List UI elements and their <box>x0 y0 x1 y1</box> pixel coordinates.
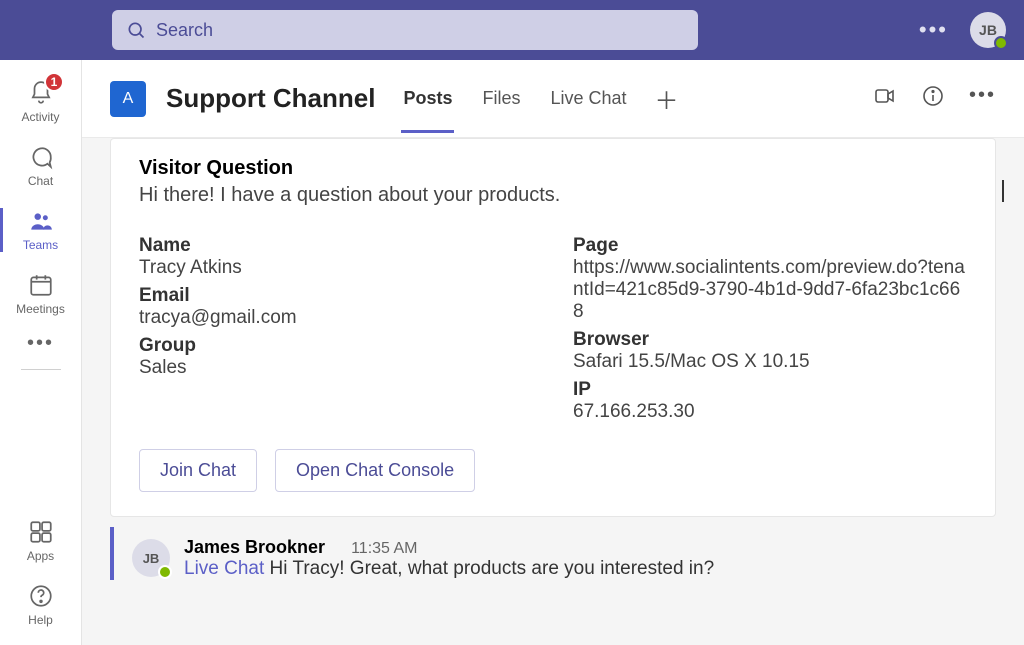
card-right-column: Page https://www.socialintents.com/previ… <box>573 229 967 423</box>
ip-value: 67.166.253.30 <box>573 401 967 423</box>
channel-more-icon[interactable]: ••• <box>969 84 996 113</box>
reply-text: Live Chat Hi Tracy! Great, what products… <box>184 558 996 580</box>
livechat-tag: Live Chat <box>184 558 264 579</box>
group-label: Group <box>139 335 533 357</box>
calendar-icon <box>0 272 81 298</box>
name-value: Tracy Atkins <box>139 257 533 279</box>
rail-label: Apps <box>0 549 81 563</box>
card-heading: Visitor Question <box>139 157 967 180</box>
reply-row: JB James Brookner 11:35 AM Live Chat Hi … <box>110 527 1004 580</box>
rail-label: Activity <box>0 110 81 124</box>
text-caret-icon <box>1002 180 1004 202</box>
channel-tabs: Posts Files Live Chat ＋ <box>401 64 678 133</box>
name-label: Name <box>139 235 533 257</box>
rail-divider <box>21 369 61 370</box>
open-chat-console-button[interactable]: Open Chat Console <box>275 449 475 492</box>
rail-label: Chat <box>0 174 81 188</box>
rail-chat[interactable]: Chat <box>0 134 81 198</box>
add-tab-icon[interactable]: ＋ <box>655 81 679 116</box>
group-value: Sales <box>139 357 533 379</box>
email-label: Email <box>139 285 533 307</box>
tab-livechat[interactable]: Live Chat <box>548 64 628 133</box>
content-area: A Support Channel Posts Files Live Chat … <box>82 60 1024 645</box>
tab-files[interactable]: Files <box>480 64 522 133</box>
user-avatar[interactable]: JB <box>970 12 1006 48</box>
help-icon <box>0 583 81 609</box>
page-label: Page <box>573 235 967 257</box>
rail-label: Help <box>0 613 81 627</box>
info-icon[interactable] <box>921 84 945 113</box>
top-bar: ••• JB <box>0 0 1024 60</box>
meet-video-icon[interactable] <box>873 84 897 113</box>
presence-available-icon <box>158 565 172 579</box>
rail-teams[interactable]: Teams <box>0 198 81 262</box>
top-more-icon[interactable]: ••• <box>919 17 948 43</box>
reply-message: Hi Tracy! Great, what products are you i… <box>264 558 714 579</box>
avatar-initials: JB <box>979 22 997 38</box>
email-value: tracya@gmail.com <box>139 307 533 329</box>
teams-icon <box>0 208 81 234</box>
presence-available-icon <box>994 36 1008 50</box>
visitor-question-card: Visitor Question Hi there! I have a ques… <box>110 138 996 517</box>
rail-label: Teams <box>0 238 81 252</box>
bell-icon <box>0 80 81 106</box>
channel-avatar: A <box>110 81 146 117</box>
channel-title: Support Channel <box>166 83 375 114</box>
tab-posts[interactable]: Posts <box>401 64 454 133</box>
rail-more-icon[interactable]: ••• <box>27 332 54 355</box>
chat-icon <box>0 144 81 170</box>
rail-apps[interactable]: Apps <box>0 509 81 573</box>
rail-label: Meetings <box>0 302 81 316</box>
page-value: https://www.socialintents.com/preview.do… <box>573 257 967 323</box>
channel-header: A Support Channel Posts Files Live Chat … <box>82 60 1024 138</box>
search-field[interactable] <box>112 10 698 50</box>
apps-icon <box>0 519 81 545</box>
browser-label: Browser <box>573 329 967 351</box>
app-rail: Activity 1 Chat Teams Meetings ••• Apps <box>0 60 82 645</box>
reply-author: James Brookner <box>184 537 325 558</box>
ip-label: IP <box>573 379 967 401</box>
card-question: Hi there! I have a question about your p… <box>139 184 967 207</box>
reply-avatar[interactable]: JB <box>132 539 170 577</box>
reply-time: 11:35 AM <box>351 540 417 558</box>
search-input[interactable] <box>156 20 684 41</box>
rail-help[interactable]: Help <box>0 573 81 637</box>
activity-badge: 1 <box>44 72 64 92</box>
join-chat-button[interactable]: Join Chat <box>139 449 257 492</box>
browser-value: Safari 15.5/Mac OS X 10.15 <box>573 351 967 373</box>
search-icon <box>126 20 146 40</box>
rail-meetings[interactable]: Meetings <box>0 262 81 326</box>
rail-activity[interactable]: Activity 1 <box>0 70 81 134</box>
card-left-column: Name Tracy Atkins Email tracya@gmail.com… <box>139 229 533 423</box>
reply-avatar-initials: JB <box>143 551 160 566</box>
